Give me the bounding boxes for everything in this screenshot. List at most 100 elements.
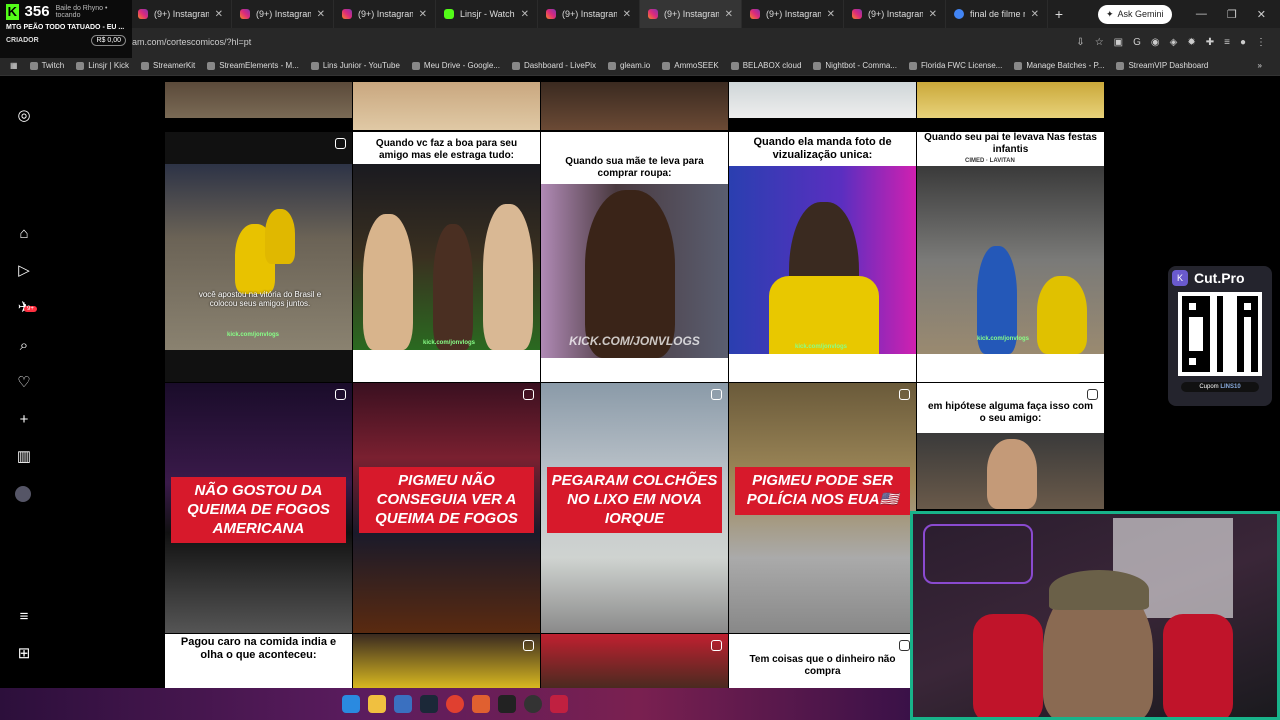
minimize-icon[interactable]: — — [1196, 8, 1207, 21]
bookmark-list: Twitch Linsjr | Kick StreamerKit StreamElem… — [29, 61, 1208, 70]
steam-icon[interactable] — [420, 695, 438, 713]
search-icon[interactable]: ⌕ — [15, 336, 33, 354]
app-icon[interactable] — [550, 695, 568, 713]
post-thumbnail[interactable]: Quando vc faz a boa para seu amigo mas e… — [353, 132, 540, 382]
post-thumbnail[interactable]: você apostou na vitória do Brasil e colo… — [165, 132, 352, 382]
install-icon[interactable]: ⇩ — [1076, 37, 1084, 48]
browser-tab[interactable]: (9+) Instagram ✕ — [130, 0, 232, 28]
post-thumbnail[interactable]: Tem coisas que o dinheiro não compra — [729, 634, 916, 688]
browser-tab[interactable]: (9+) Instagram ✕ — [232, 0, 334, 28]
bookmark-item[interactable]: Manage Batches - P... — [1014, 61, 1104, 70]
extension-icon[interactable]: ◉ — [1151, 37, 1160, 48]
post-thumbnail[interactable]: PIGMEU NÃO CONSEGUIA VER A QUEIMA DE FOG… — [353, 383, 540, 633]
close-tab-icon[interactable]: ✕ — [419, 9, 427, 20]
close-tab-icon[interactable]: ✕ — [215, 9, 223, 20]
star-icon[interactable]: ☆ — [1095, 37, 1104, 48]
qr-module — [1209, 302, 1217, 310]
browser-tab[interactable]: (9+) Instagram ✕ — [742, 0, 844, 28]
bookmark-item[interactable]: gleam.io — [607, 61, 650, 70]
post-thumbnail[interactable]: NÃO GOSTOU DA QUEIMA DE FOGOS AMERICANA — [165, 383, 352, 633]
close-tab-icon[interactable]: ✕ — [521, 9, 529, 20]
app-icon[interactable] — [472, 695, 490, 713]
browser-tab[interactable]: (9+) Instagram ✕ — [334, 0, 436, 28]
new-tab-button[interactable]: + — [1048, 6, 1070, 22]
browser-tab[interactable]: (9+) Instagram ✕ — [640, 0, 742, 28]
post-thumbnail[interactable]: Quando seu pai te levava Nas festas infa… — [917, 132, 1104, 382]
bookmark-item[interactable]: StreamerKit — [141, 61, 195, 70]
puzzle-icon[interactable]: ✚ — [1206, 37, 1214, 48]
app-icon[interactable] — [394, 695, 412, 713]
profile-avatar[interactable] — [15, 486, 31, 502]
browser-tab[interactable]: Linsjr - Watch o ✕ — [436, 0, 538, 28]
post-thumbnail[interactable] — [353, 634, 540, 688]
bookmark-item[interactable]: Dashboard - LivePix — [511, 61, 596, 70]
notifications-heart-icon[interactable]: ♡ — [15, 373, 33, 391]
close-tab-icon[interactable]: ✕ — [1031, 9, 1039, 20]
ask-gemini-button[interactable]: ✦ Ask Gemini — [1098, 4, 1172, 24]
qr-module — [1202, 330, 1210, 338]
post-thumbnail[interactable]: PIGMEU PODE SER POLÍCIA NOS EUA🇺🇸 — [729, 383, 916, 633]
close-tab-icon[interactable]: ✕ — [725, 9, 733, 20]
post-thumbnail[interactable] — [917, 82, 1104, 118]
obs-icon[interactable] — [524, 695, 542, 713]
bookmark-item[interactable]: Lins Junior - YouTube — [310, 61, 400, 70]
extension-icon[interactable]: ▣ — [1114, 37, 1123, 48]
terminal-icon[interactable] — [498, 695, 516, 713]
file-explorer-icon[interactable] — [368, 695, 386, 713]
qr-module — [1251, 296, 1258, 303]
reels-icon[interactable]: ▷ — [15, 261, 33, 279]
bookmark-item[interactable]: Linsjr | Kick — [76, 61, 129, 70]
video-subtitle: você apostou na vitória do Brasil e colo… — [198, 290, 322, 308]
also-from-meta-icon[interactable]: ⊞ — [15, 644, 33, 662]
post-thumbnail[interactable] — [541, 634, 728, 688]
extension-icon[interactable]: ✹ — [1187, 37, 1195, 48]
bookmark-item[interactable]: Meu Drive - Google... — [411, 61, 500, 70]
bookmark-item[interactable]: BELABOX cloud — [730, 61, 801, 70]
bookmark-item[interactable]: StreamVIP Dashboard — [1116, 61, 1208, 70]
webcam-shelf-light — [923, 524, 1033, 584]
close-icon[interactable]: ✕ — [1257, 8, 1266, 21]
qr-module — [1195, 316, 1203, 324]
start-icon[interactable] — [342, 695, 360, 713]
bookmark-item[interactable]: Florida FWC License... — [908, 61, 1002, 70]
tab-title: (9+) Instagram — [256, 9, 311, 19]
menu-list-icon[interactable]: ≡ — [1224, 37, 1230, 48]
profile-icon[interactable]: ● — [1240, 37, 1246, 48]
bookmark-item[interactable]: Nightbot - Comma... — [813, 61, 897, 70]
more-bookmarks-icon[interactable]: » — [1258, 61, 1280, 70]
apps-grid-icon[interactable]: ▦ — [10, 61, 18, 70]
url-field[interactable]: am.com/cortescomicos/?hl=pt — [132, 37, 1076, 47]
chrome-icon[interactable] — [446, 695, 464, 713]
close-tab-icon[interactable]: ✕ — [317, 9, 325, 20]
instagram-logo-icon[interactable]: ◎ — [15, 106, 33, 124]
post-thumbnail[interactable] — [541, 82, 728, 130]
maximize-icon[interactable]: ❐ — [1227, 8, 1237, 21]
browser-tab[interactable]: (9+) Instagram ✕ — [844, 0, 946, 28]
bookmark-item[interactable]: StreamElements - M... — [207, 61, 299, 70]
qr-module — [1251, 351, 1258, 359]
post-thumbnail[interactable]: Quando ela manda foto de vizualização un… — [729, 132, 916, 382]
close-tab-icon[interactable]: ✕ — [827, 9, 835, 20]
post-thumbnail[interactable] — [729, 82, 916, 118]
video-frame: kick.com/jonvlogs — [917, 166, 1104, 354]
browser-tab[interactable]: final de filme n ✕ — [946, 0, 1048, 28]
post-thumbnail[interactable] — [353, 82, 540, 130]
extension-icon[interactable]: ◈ — [1170, 37, 1178, 48]
more-icon[interactable]: ⋮ — [1256, 37, 1266, 48]
post-thumbnail[interactable] — [165, 82, 352, 118]
bookmark-item[interactable]: Twitch — [29, 61, 64, 70]
more-menu-icon[interactable]: ≡ — [15, 607, 33, 625]
post-thumbnail[interactable]: Quando sua mãe te leva para comprar roup… — [541, 132, 728, 382]
close-tab-icon[interactable]: ✕ — [623, 9, 631, 20]
cutpro-qr-overlay: K Cut.Pro Cupom LINS10 — [1168, 266, 1272, 406]
bookmark-item[interactable]: AmmoSEEK — [662, 61, 719, 70]
dashboard-icon[interactable]: ▥ — [15, 447, 33, 465]
post-thumbnail[interactable]: em hipótese alguma faça isso com o seu a… — [917, 383, 1104, 509]
google-icon[interactable]: G — [1133, 37, 1141, 48]
create-plus-icon[interactable]: + — [15, 410, 33, 428]
post-thumbnail[interactable]: Pagou caro na comida india e olha o que … — [165, 634, 352, 688]
post-thumbnail[interactable]: PEGARAM COLCHÕES NO LIXO EM NOVA IORQUE — [541, 383, 728, 633]
home-icon[interactable]: ⌂ — [15, 224, 33, 242]
browser-tab[interactable]: (9+) Instagram ✕ — [538, 0, 640, 28]
close-tab-icon[interactable]: ✕ — [929, 9, 937, 20]
